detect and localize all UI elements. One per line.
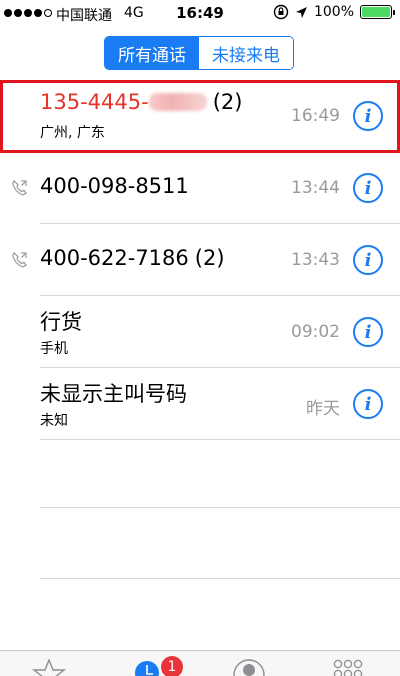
info-button[interactable]: i [353, 389, 383, 419]
location-arrow-icon [295, 6, 307, 18]
recents-badge: 1 [161, 656, 183, 676]
row-divider [40, 578, 400, 579]
orientation-lock-icon [273, 4, 289, 20]
call-row[interactable]: 135-4445- (2) 广州, 广东 16:49 i [0, 80, 400, 152]
caller-number-text: 400-098-8511 [40, 174, 189, 198]
recents-icon[interactable] [134, 659, 160, 676]
battery-icon [360, 5, 395, 19]
caller-number: 135-4445- (2) [40, 90, 242, 114]
caller-number-text: 400-622-7186 [40, 246, 189, 270]
favorites-icon[interactable] [32, 659, 66, 676]
caller-label: 未知 [40, 413, 68, 429]
redacted-digits [148, 93, 207, 111]
info-button[interactable]: i [353, 173, 383, 203]
call-row[interactable]: 未显示主叫号码 未知 昨天 i [0, 368, 400, 440]
caller-label: 手机 [40, 341, 68, 357]
call-count: (2) [194, 246, 225, 270]
caller-name-text: 未显示主叫号码 [40, 382, 187, 406]
caller-name-text: 行货 [40, 310, 82, 334]
caller-number: 400-622-7186 (2) [40, 246, 225, 270]
tab-bar [0, 650, 400, 676]
info-button[interactable]: i [353, 317, 383, 347]
caller-name: 未显示主叫号码 [40, 378, 187, 408]
call-filter-segmented-control: 所有通话 未接来电 [104, 36, 294, 70]
segment-all-calls[interactable]: 所有通话 [105, 37, 199, 69]
info-button[interactable]: i [353, 245, 383, 275]
caller-location: 广州, 广东 [40, 125, 105, 141]
outgoing-call-icon [12, 252, 27, 268]
row-divider [40, 507, 400, 508]
outgoing-call-icon [12, 180, 27, 196]
caller-name: 行货 [40, 306, 82, 336]
call-time: 昨天 [306, 399, 340, 419]
battery-percent: 100% [313, 4, 354, 20]
call-row[interactable]: 400-622-7186 (2) 13:43 i [0, 224, 400, 296]
call-time: 09:02 [291, 322, 340, 342]
call-row[interactable]: 行货 手机 09:02 i [0, 296, 400, 368]
recent-calls-list: 135-4445- (2) 广州, 广东 16:49 i 400-098-8511… [0, 80, 400, 440]
keypad-icon[interactable] [330, 659, 366, 676]
call-time: 16:49 [291, 106, 340, 126]
call-row[interactable]: 400-098-8511 13:44 i [0, 152, 400, 224]
info-button[interactable]: i [353, 101, 383, 131]
caller-number-text: 135-4445- [40, 90, 149, 114]
call-time: 13:43 [291, 250, 340, 270]
call-count: (2) [212, 90, 243, 114]
status-bar: 中国联通 4G 16:49 100% [0, 0, 400, 26]
caller-number: 400-098-8511 [40, 174, 189, 198]
call-time: 13:44 [291, 178, 340, 198]
contacts-icon[interactable] [232, 659, 266, 676]
segment-missed-calls[interactable]: 未接来电 [199, 37, 293, 69]
status-right: 100% [273, 4, 395, 20]
row-divider [40, 439, 400, 440]
